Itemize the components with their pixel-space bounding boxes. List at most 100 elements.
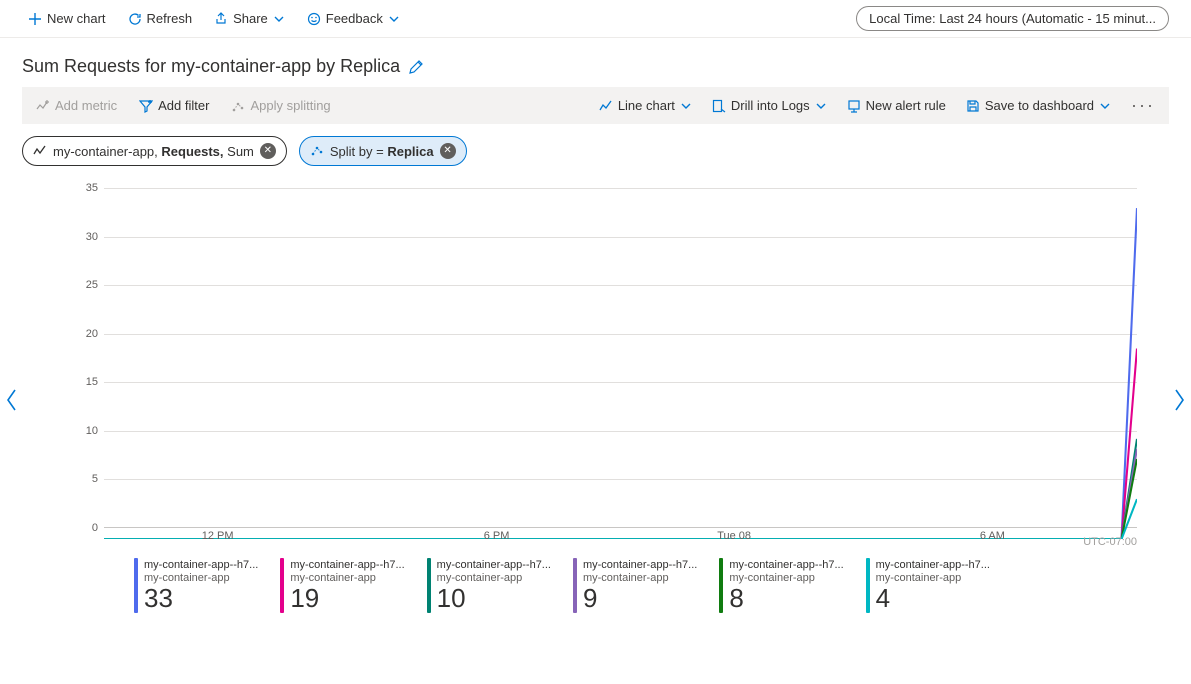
scatter-icon <box>310 144 324 158</box>
add-metric-button[interactable]: Add metric <box>32 96 121 115</box>
legend-series-name: my-container-app--h7... <box>876 558 990 572</box>
line-chart-icon <box>599 99 613 113</box>
metric-icon <box>36 99 50 113</box>
feedback-label: Feedback <box>326 11 383 26</box>
y-tick: 25 <box>86 279 98 291</box>
y-tick: 5 <box>92 473 98 485</box>
timezone-label: UTC-07:00 <box>1083 536 1137 548</box>
chart-title: Sum Requests for my-container-app by Rep… <box>22 56 400 77</box>
legend-entry[interactable]: my-container-app--h7... my-container-app… <box>573 558 697 613</box>
refresh-button[interactable]: Refresh <box>122 7 199 30</box>
chart-type-button[interactable]: Line chart <box>595 96 696 115</box>
split-pill-text: Split by = Replica <box>330 144 434 159</box>
y-tick: 10 <box>86 425 98 437</box>
add-metric-label: Add metric <box>55 98 117 113</box>
legend-entry[interactable]: my-container-app--h7... my-container-app… <box>134 558 258 613</box>
y-axis: 05101520253035 <box>54 188 104 528</box>
chart-lines <box>104 188 1137 539</box>
legend-series-value: 19 <box>290 584 404 613</box>
legend-swatch <box>280 558 284 613</box>
legend-entry[interactable]: my-container-app--h7... my-container-app… <box>719 558 843 613</box>
alert-icon <box>847 99 861 113</box>
close-icon[interactable]: ✕ <box>440 143 456 159</box>
split-pill[interactable]: Split by = Replica ✕ <box>299 136 467 166</box>
x-axis: 12 PM 6 PM Tue 08 6 AM <box>104 530 1137 548</box>
legend-series-name: my-container-app--h7... <box>583 558 697 572</box>
add-filter-button[interactable]: Add filter <box>135 96 213 115</box>
x-tick: 6 PM <box>484 530 510 542</box>
legend-swatch <box>134 558 138 613</box>
smile-icon <box>307 12 321 26</box>
feedback-button[interactable]: Feedback <box>301 7 406 30</box>
chevron-down-icon <box>388 13 400 25</box>
chevron-down-icon <box>680 100 692 112</box>
add-filter-label: Add filter <box>158 98 209 113</box>
chart-title-row: Sum Requests for my-container-app by Rep… <box>0 38 1191 87</box>
command-bar: New chart Refresh Share Feedback Local T… <box>0 0 1191 38</box>
chart-area: 0 5 10 15 20 25 30 35 12 PM 6 PM Tue 08 6 AM UTC-0… <box>24 178 1167 623</box>
legend-entry[interactable]: my-container-app--h7... my-container-app… <box>866 558 990 613</box>
legend-series-value: 4 <box>876 584 990 613</box>
next-arrow[interactable] <box>1167 386 1191 414</box>
legend-series-name: my-container-app--h7... <box>290 558 404 572</box>
legend-entry[interactable]: my-container-app--h7... my-container-app… <box>280 558 404 613</box>
save-dashboard-button[interactable]: Save to dashboard <box>962 96 1115 115</box>
share-icon <box>214 12 228 26</box>
chart-row: 0 5 10 15 20 25 30 35 12 PM 6 PM Tue 08 6 AM UTC-0… <box>0 178 1191 623</box>
edit-icon[interactable] <box>408 59 424 75</box>
legend-series-name: my-container-app--h7... <box>729 558 843 572</box>
legend-series-value: 8 <box>729 584 843 613</box>
new-chart-button[interactable]: New chart <box>22 7 112 30</box>
legend-series-sub: my-container-app <box>876 572 990 584</box>
chevron-down-icon <box>815 100 827 112</box>
new-chart-label: New chart <box>47 11 106 26</box>
x-tick: 6 AM <box>980 530 1005 542</box>
legend-swatch <box>719 558 723 613</box>
legend: my-container-app--h7... my-container-app… <box>54 548 1137 623</box>
y-tick: 0 <box>92 522 98 534</box>
prev-arrow[interactable] <box>0 386 24 414</box>
chart-type-label: Line chart <box>618 98 675 113</box>
x-tick: 12 PM <box>202 530 234 542</box>
legend-swatch <box>427 558 431 613</box>
pill-row: my-container-app, Requests, Sum ✕ Split … <box>0 136 1191 178</box>
line-icon <box>33 144 47 158</box>
y-tick: 20 <box>86 328 98 340</box>
drill-logs-button[interactable]: Drill into Logs <box>708 96 831 115</box>
legend-series-name: my-container-app--h7... <box>144 558 258 572</box>
filter-icon <box>139 99 153 113</box>
x-tick: Tue 08 <box>717 530 751 542</box>
apply-splitting-button[interactable]: Apply splitting <box>227 96 334 115</box>
legend-entry[interactable]: my-container-app--h7... my-container-app… <box>427 558 551 613</box>
save-icon <box>966 99 980 113</box>
legend-swatch <box>573 558 577 613</box>
new-alert-button[interactable]: New alert rule <box>843 96 950 115</box>
time-range-selector[interactable]: Local Time: Last 24 hours (Automatic - 1… <box>856 6 1169 31</box>
refresh-icon <box>128 12 142 26</box>
close-icon[interactable]: ✕ <box>260 143 276 159</box>
legend-series-value: 33 <box>144 584 258 613</box>
apply-splitting-label: Apply splitting <box>250 98 330 113</box>
y-tick: 15 <box>86 376 98 388</box>
legend-series-sub: my-container-app <box>583 572 697 584</box>
y-tick: 35 <box>86 182 98 194</box>
plus-icon <box>28 12 42 26</box>
y-tick: 30 <box>86 231 98 243</box>
legend-swatch <box>866 558 870 613</box>
more-menu-button[interactable]: ··· <box>1127 95 1159 116</box>
chevron-down-icon <box>273 13 285 25</box>
save-dashboard-label: Save to dashboard <box>985 98 1094 113</box>
logs-icon <box>712 99 726 113</box>
share-label: Share <box>233 11 268 26</box>
metric-pill[interactable]: my-container-app, Requests, Sum ✕ <box>22 136 287 166</box>
share-button[interactable]: Share <box>208 7 291 30</box>
split-icon <box>231 99 245 113</box>
chevron-down-icon <box>1099 100 1111 112</box>
chart-toolbar: Add metric Add filter Apply splitting Li… <box>22 87 1169 124</box>
legend-series-name: my-container-app--h7... <box>437 558 551 572</box>
metric-pill-text: my-container-app, Requests, Sum <box>53 144 254 159</box>
refresh-label: Refresh <box>147 11 193 26</box>
legend-series-value: 10 <box>437 584 551 613</box>
drill-logs-label: Drill into Logs <box>731 98 810 113</box>
legend-series-sub: my-container-app <box>729 572 843 584</box>
